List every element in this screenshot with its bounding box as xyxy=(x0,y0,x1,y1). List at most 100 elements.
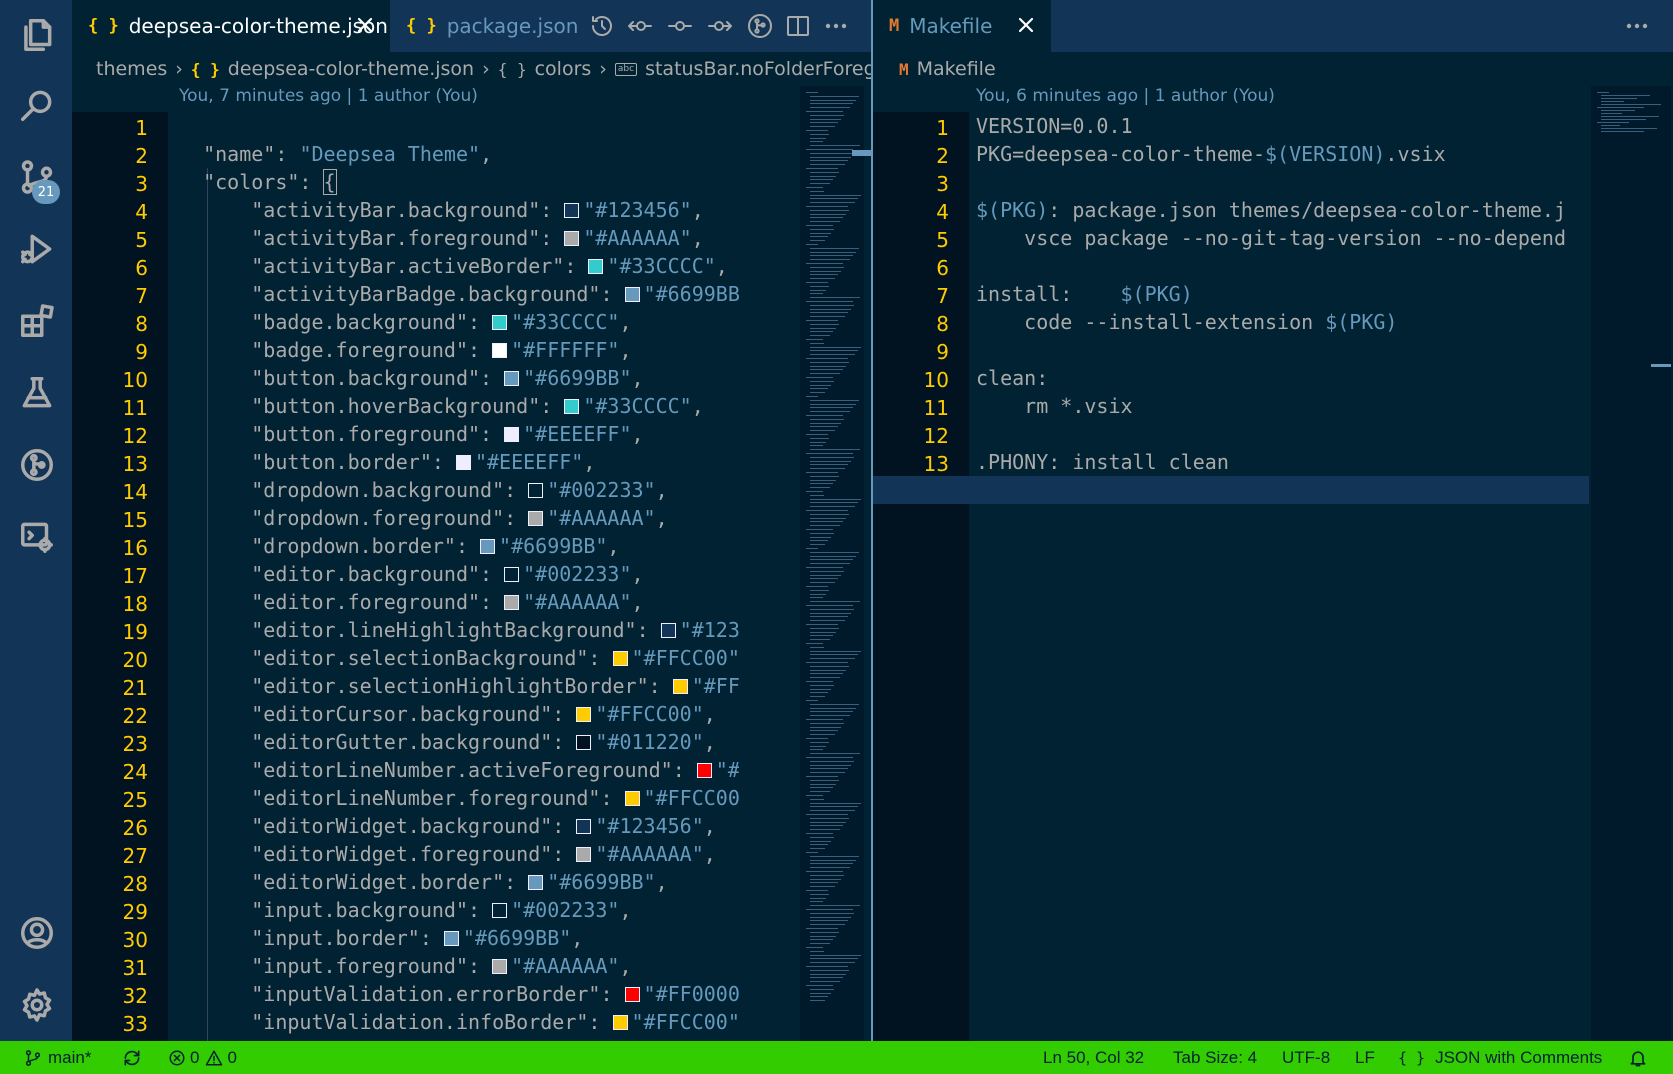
more-actions-icon[interactable] xyxy=(1623,12,1651,40)
color-swatch[interactable] xyxy=(624,287,640,302)
json-color-entry: "editor.foreground": "#AAAAAA", xyxy=(251,590,644,614)
color-swatch[interactable] xyxy=(576,735,592,750)
color-swatch[interactable] xyxy=(480,539,496,554)
minimap-line xyxy=(1601,110,1635,111)
more-actions-icon[interactable] xyxy=(822,12,850,40)
color-swatch[interactable] xyxy=(492,903,508,918)
color-swatch[interactable] xyxy=(504,595,520,610)
json-color-entry: "editorCursor.background": "#FFCC00", xyxy=(251,702,716,726)
minimap-line xyxy=(810,198,858,200)
color-swatch[interactable] xyxy=(660,623,676,638)
makefile-code-editor[interactable]: VERSION=0.0.1 PKG=deepsea-color-theme-$(V… xyxy=(976,112,1590,1041)
color-swatch[interactable] xyxy=(492,343,508,358)
color-swatch[interactable] xyxy=(504,427,520,442)
color-swatch[interactable] xyxy=(528,483,544,498)
split-editor-icon[interactable] xyxy=(784,12,812,40)
json-code-editor[interactable]: "name": "Deepsea Theme", "colors": { "ac… xyxy=(179,112,739,1041)
makefile-code-line: code --install-extension $(PKG) xyxy=(976,310,1398,334)
color-swatch[interactable] xyxy=(696,763,712,778)
json-file-icon: { } xyxy=(406,16,437,36)
breadcrumb-file[interactable]: deepsea-color-theme.json xyxy=(228,58,474,80)
git-graph-icon[interactable] xyxy=(16,444,58,486)
problems-status[interactable]: 0 0 xyxy=(168,1041,237,1074)
color-swatch[interactable] xyxy=(564,399,580,414)
color-swatch[interactable] xyxy=(612,1015,628,1030)
timeline-history-icon[interactable] xyxy=(588,12,616,40)
encoding-status[interactable]: UTF-8 xyxy=(1282,1041,1330,1074)
scrollbar-thumb[interactable] xyxy=(1651,364,1671,367)
search-icon[interactable] xyxy=(16,84,58,126)
color-swatch[interactable] xyxy=(492,959,508,974)
minimap-line xyxy=(806,719,843,720)
extensions-icon[interactable] xyxy=(16,300,58,342)
scrollbar-thumb[interactable] xyxy=(852,150,872,156)
git-blame-codelens[interactable]: You, 7 minutes ago | 1 author (You) xyxy=(179,86,478,112)
breadcrumb-themes[interactable]: themes xyxy=(96,58,167,80)
minimap-line xyxy=(810,608,854,610)
color-swatch[interactable] xyxy=(528,511,544,526)
tab-makefile[interactable]: M Makefile xyxy=(873,0,1051,52)
git-blame-codelens[interactable]: You, 6 minutes ago | 1 author (You) xyxy=(976,86,1275,112)
testing-flask-icon[interactable] xyxy=(16,372,58,414)
color-swatch[interactable] xyxy=(564,203,580,218)
minimap[interactable] xyxy=(800,86,864,1041)
close-tab-icon[interactable] xyxy=(354,14,376,36)
minimap-line xyxy=(810,760,854,762)
color-swatch[interactable] xyxy=(612,651,628,666)
color-swatch[interactable] xyxy=(576,819,592,834)
minimap-line xyxy=(810,270,841,272)
line-number: 8 xyxy=(135,312,148,336)
color-swatch[interactable] xyxy=(504,371,520,386)
minimap-line xyxy=(806,814,848,815)
cursor-position[interactable]: Ln 50, Col 32 xyxy=(1043,1041,1144,1074)
run-debug-icon[interactable] xyxy=(16,228,58,270)
breadcrumb-colors[interactable]: colors xyxy=(535,58,592,80)
color-swatch[interactable] xyxy=(624,791,640,806)
settings-gear-icon[interactable] xyxy=(16,984,58,1026)
color-swatch[interactable] xyxy=(492,315,508,330)
minimap-line xyxy=(810,285,829,287)
color-swatch[interactable] xyxy=(455,455,471,470)
open-changes-icon[interactable] xyxy=(746,12,774,40)
color-swatch[interactable] xyxy=(624,987,640,1002)
accounts-icon[interactable] xyxy=(16,912,58,954)
breadcrumb-symbol[interactable]: statusBar.noFolderForeground xyxy=(645,58,872,80)
minimap-line xyxy=(810,99,856,101)
notifications-bell[interactable] xyxy=(1628,1041,1648,1074)
sync-status[interactable] xyxy=(122,1041,142,1074)
tab-package-json[interactable]: { } package.json xyxy=(390,0,580,52)
minimap-line xyxy=(810,730,838,732)
json-color-entry: "input.foreground": "#AAAAAA", xyxy=(251,954,632,978)
tab-deepsea-color-theme-json[interactable]: { } deepsea-color-theme.json xyxy=(72,0,390,52)
minimap[interactable] xyxy=(1591,86,1671,1041)
color-swatch[interactable] xyxy=(528,875,544,890)
explorer-files-icon[interactable] xyxy=(16,14,58,56)
color-swatch[interactable] xyxy=(576,707,592,722)
git-branch-status[interactable]: main* xyxy=(24,1041,91,1074)
minimap-line xyxy=(810,399,859,401)
indentation-status[interactable]: Tab Size: 4 xyxy=(1173,1041,1257,1074)
close-tab-icon[interactable] xyxy=(1015,14,1037,36)
chevron-right-icon: › xyxy=(482,58,490,80)
line-number-gutter: 1234567891011121314 xyxy=(873,112,969,1041)
language-mode-status[interactable]: { } JSON with Comments xyxy=(1398,1041,1602,1074)
breadcrumb: themes › { } deepsea-color-theme.json › … xyxy=(72,52,872,86)
color-swatch[interactable] xyxy=(564,231,580,246)
color-swatch[interactable] xyxy=(588,259,604,274)
minimap-line xyxy=(806,985,833,986)
git-commit-icon[interactable] xyxy=(666,12,694,40)
minimap-line xyxy=(1601,125,1620,126)
color-swatch[interactable] xyxy=(672,679,688,694)
color-swatch[interactable] xyxy=(443,931,459,946)
next-change-icon[interactable] xyxy=(706,12,734,40)
minimap-line xyxy=(806,833,833,834)
color-swatch[interactable] xyxy=(504,567,520,582)
breadcrumb-file[interactable]: Makefile xyxy=(917,58,996,80)
previous-change-icon[interactable] xyxy=(626,12,654,40)
breadcrumb: M Makefile xyxy=(873,52,1673,86)
eol-status[interactable]: LF xyxy=(1355,1041,1375,1074)
remote-explorer-icon[interactable] xyxy=(16,516,58,558)
color-swatch[interactable] xyxy=(576,847,592,862)
minimap-line xyxy=(810,373,840,375)
minimap-line xyxy=(810,817,849,819)
